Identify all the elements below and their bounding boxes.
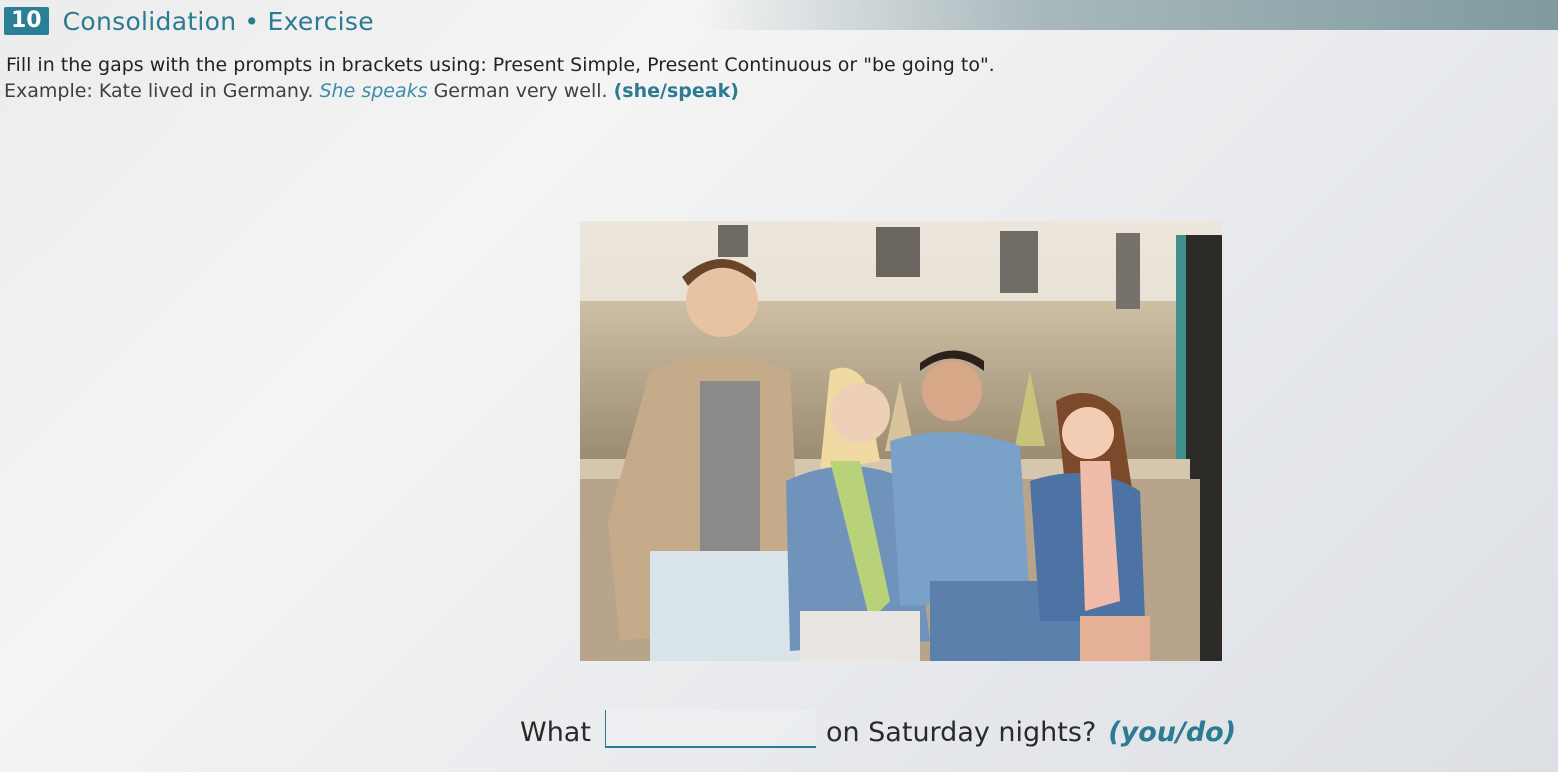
question-after: on Saturday nights? xyxy=(825,717,1097,748)
answer-gap-input[interactable] xyxy=(604,710,816,748)
example-label: Example: xyxy=(4,80,93,102)
section-label: Consolidation xyxy=(62,6,237,36)
example-after: German very well. xyxy=(433,80,608,102)
question-before: What xyxy=(520,717,591,748)
exercise-number-badge: 10 xyxy=(4,7,49,35)
friends-photo-illustration xyxy=(580,221,1222,661)
example-answer: She speaks xyxy=(319,80,428,102)
example-prompt: (she/speak) xyxy=(613,80,739,102)
friends-photo xyxy=(580,221,1222,661)
question-sentence: What on Saturday nights? (you/do) xyxy=(520,704,1236,748)
title-separator: • xyxy=(244,6,260,36)
exercise-title: Consolidation • Exercise xyxy=(63,7,374,36)
exercise-header: 10 Consolidation • Exercise xyxy=(4,4,374,38)
question-prompt: (you/do) xyxy=(1108,717,1237,748)
example-sentence: Example: Kate lived in Germany. She spea… xyxy=(4,80,739,102)
screen-edge-strip xyxy=(700,0,1558,30)
example-before: Kate lived in Germany. xyxy=(98,80,314,102)
subsection-label: Exercise xyxy=(267,6,374,36)
instructions-text: Fill in the gaps with the prompts in bra… xyxy=(6,54,995,76)
